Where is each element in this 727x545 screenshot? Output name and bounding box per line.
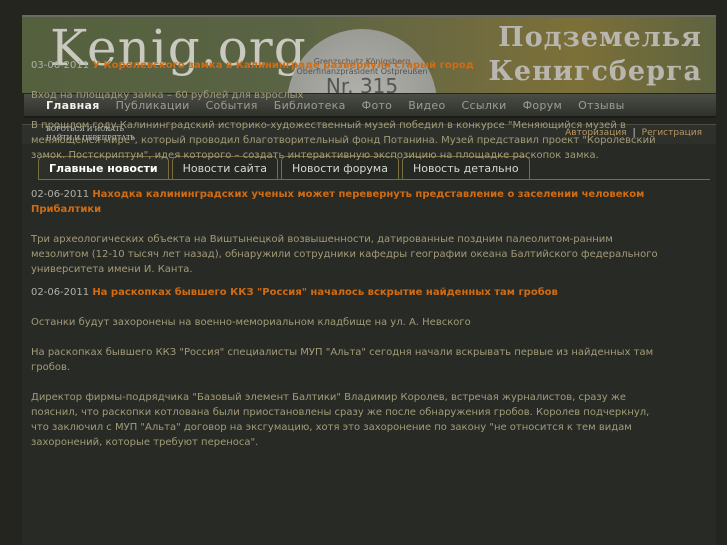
news-title-link[interactable]: У Королевского замка в Калининграде разв… — [92, 60, 474, 71]
news-text: В прошлом году Калининградский историко-… — [31, 120, 656, 161]
news-title-link[interactable]: Находка калининградских ученых может пер… — [31, 189, 644, 215]
news-title-link[interactable]: На раскопках бывшего ККЗ "Россия" начало… — [92, 287, 558, 298]
news-date: 02-06-2011 — [31, 189, 90, 200]
news-list: 03-06-2011 У Королевского замка в Калини… — [31, 58, 661, 462]
news-text: На раскопках бывшего ККЗ "Россия" специа… — [31, 347, 654, 373]
news-text: Директор фирмы-подрядчика "Базовый элеме… — [31, 392, 650, 448]
news-item: 03-06-2011 У Королевского замка в Калини… — [31, 58, 661, 163]
site-title-line1: Подземелья — [498, 22, 702, 53]
news-date: 03-06-2011 — [31, 60, 90, 71]
news-item: 02-06-2011 Находка калининградских учены… — [31, 187, 661, 277]
news-date: 02-06-2011 — [31, 287, 90, 298]
news-lead: Останки будут захоронены на военно-мемор… — [31, 317, 471, 328]
news-lead: Вход на площадку замка – 60 рублей для в… — [31, 90, 304, 101]
news-text: Три археологических объекта на Виштынецк… — [31, 234, 658, 275]
news-item: 02-06-2011 На раскопках бывшего ККЗ "Рос… — [31, 285, 661, 450]
